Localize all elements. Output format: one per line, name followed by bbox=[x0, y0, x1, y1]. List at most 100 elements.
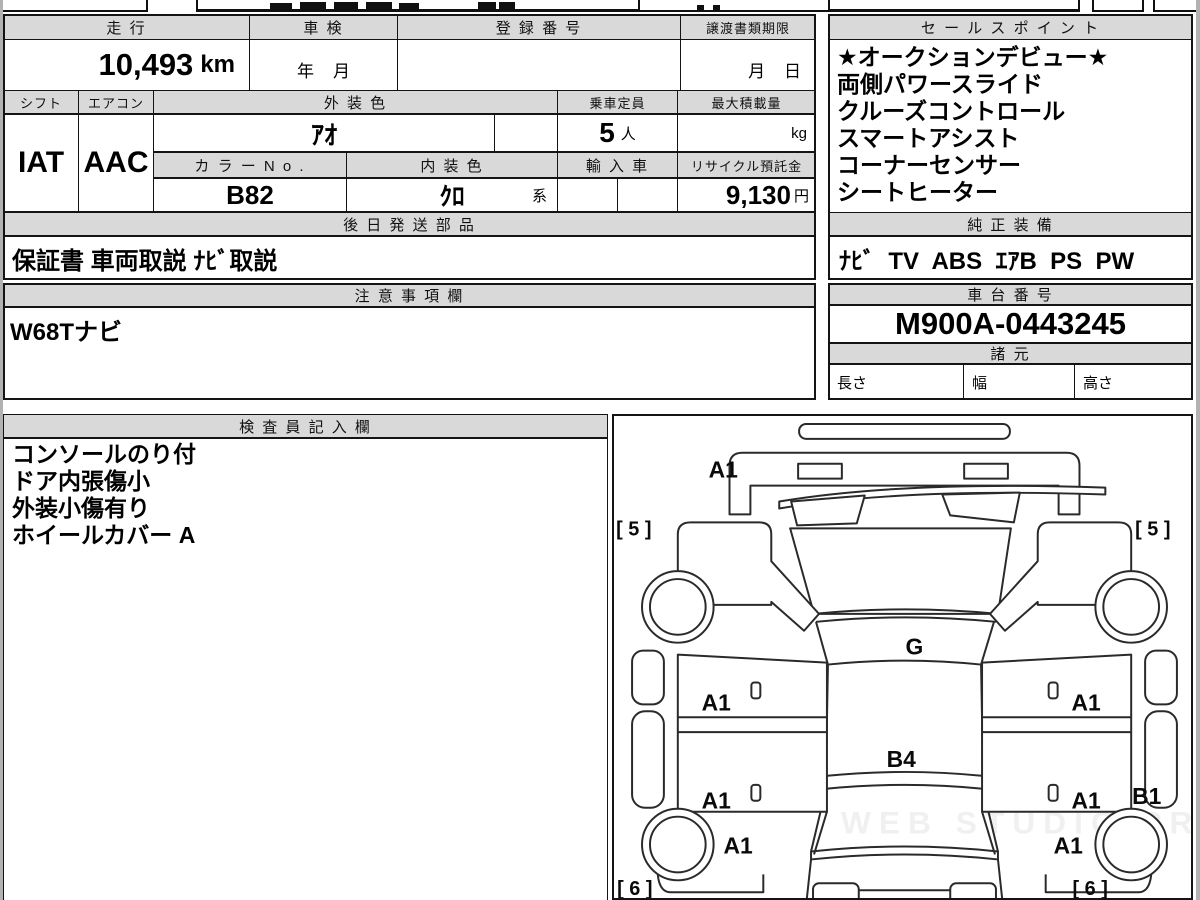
inspector-note-item: ドア内張傷小 bbox=[12, 468, 150, 494]
section-label-front-left: [ 5 ] bbox=[616, 518, 651, 540]
exterior-color-header: 外 装 色 bbox=[153, 90, 558, 114]
right-page-edge bbox=[1196, 0, 1200, 900]
import-car-cell-2 bbox=[617, 178, 678, 212]
spec-length-label: 長さ bbox=[837, 374, 868, 392]
interior-color-header: 内 装 色 bbox=[346, 152, 558, 178]
spec-width-cell: 幅 bbox=[963, 364, 1075, 400]
mileage-value: 10,493 km bbox=[3, 39, 250, 91]
mileage-number: 10,493 bbox=[98, 47, 194, 82]
later-parts-value: 保証書 車両取説 ﾅﾋﾞ取説 bbox=[3, 236, 816, 280]
windshield-shape bbox=[789, 527, 1012, 615]
front-left-door-handle bbox=[750, 681, 762, 700]
shaken-header: 車 検 bbox=[249, 14, 398, 40]
hood-vent-left bbox=[797, 462, 843, 480]
damage-label-right-quarter: B1 bbox=[1132, 783, 1162, 809]
transfer-deadline-value: 月 日 bbox=[680, 39, 816, 91]
recycle-deposit-header: リサイクル預託金 bbox=[677, 152, 816, 178]
spec-height-cell: 高さ bbox=[1074, 364, 1193, 400]
mileage-unit: km bbox=[200, 51, 235, 78]
capacity-value: 5 人 bbox=[557, 114, 678, 152]
right-rocker-upper bbox=[1144, 649, 1178, 706]
inspector-notes-list: コンソールのり付 ドア内張傷小 外装小傷有り ホイールカバー A bbox=[3, 438, 608, 900]
color-no-header: カ ラ ー N o . bbox=[153, 152, 347, 178]
genuine-equipment-value: ﾅﾋﾞ TV ABS ｴｱB PS PW bbox=[828, 236, 1193, 280]
section-label-rear-left: [ 6 ] bbox=[617, 878, 652, 900]
max-load-value: kg bbox=[677, 114, 816, 152]
sales-point-item: コーナーセンサー bbox=[837, 152, 1021, 178]
interior-color-name: ｸﾛ bbox=[439, 183, 465, 211]
damage-label-rear-right-fender: A1 bbox=[1054, 832, 1084, 858]
left-rocker-upper bbox=[631, 649, 665, 706]
sales-points-list: ★オークションデビュー★ 両側パワースライド クルーズコントロール スマートアシ… bbox=[828, 39, 1193, 213]
specs-header: 諸 元 bbox=[828, 343, 1193, 364]
inspector-note-item: ホイールカバー A bbox=[12, 522, 196, 548]
car-top-view-diagram: WEB STUDIO PRO bbox=[616, 422, 1191, 900]
wiper-right bbox=[941, 491, 1021, 524]
exterior-color-suffix-cell bbox=[494, 114, 558, 152]
damage-label-front-right-door: A1 bbox=[1072, 689, 1102, 715]
spec-height-label: 高さ bbox=[1083, 374, 1114, 392]
max-load-header: 最大積載量 bbox=[677, 90, 816, 114]
spec-width-label: 幅 bbox=[972, 374, 988, 392]
shaken-value: 年 月 bbox=[249, 39, 398, 91]
section-label-rear-right: [ 6 ] bbox=[1073, 878, 1108, 900]
inspector-note-item: 外装小傷有り bbox=[12, 495, 150, 521]
notes-header: 注 意 事 項 欄 bbox=[3, 283, 816, 307]
rear-bumper-right bbox=[949, 882, 997, 898]
damage-diagram-box: WEB STUDIO PRO bbox=[612, 414, 1193, 900]
damage-label-rear-left-door: A1 bbox=[702, 788, 732, 814]
rear-left-door-handle bbox=[750, 783, 762, 802]
front-bumper-shape bbox=[798, 422, 1011, 440]
interior-color-suffix: 系 bbox=[531, 187, 547, 205]
recycle-deposit-number: 9,130 bbox=[725, 179, 791, 210]
damage-label-cowl: G bbox=[905, 634, 923, 660]
import-car-header: 輸 入 車 bbox=[557, 152, 678, 178]
capacity-header: 乗車定員 bbox=[557, 90, 678, 114]
capacity-number: 5 bbox=[599, 117, 615, 148]
genuine-equipment-header: 純 正 装 備 bbox=[828, 212, 1193, 236]
damage-label-hood: A1 bbox=[709, 457, 739, 483]
damage-label-roof: B4 bbox=[887, 746, 917, 772]
color-no-value: B82 bbox=[153, 178, 347, 212]
max-load-unit: kg bbox=[791, 124, 807, 142]
hood-vent-right bbox=[963, 462, 1009, 480]
sales-point-item: ★オークションデビュー★ bbox=[837, 44, 1109, 70]
interior-color-value: ｸﾛ 系 bbox=[346, 178, 558, 212]
sales-point-item: 両側パワースライド bbox=[837, 71, 1043, 97]
rear-right-door-handle bbox=[1047, 783, 1059, 802]
wiper-left bbox=[790, 494, 866, 527]
sales-point-item: クルーズコントロール bbox=[837, 98, 1066, 124]
left-rocker-lower bbox=[631, 710, 665, 809]
later-parts-header: 後 日 発 送 部 品 bbox=[3, 212, 816, 236]
registration-value bbox=[397, 39, 681, 91]
recycle-deposit-unit: 円 bbox=[793, 187, 809, 205]
chassis-value: M900A-0443245 bbox=[828, 305, 1193, 343]
recycle-deposit-value: 9,130 円 bbox=[677, 178, 816, 212]
sales-point-item: シートヒーター bbox=[837, 179, 998, 205]
rear-bumper-left bbox=[812, 882, 860, 898]
damage-label-front-left-door: A1 bbox=[702, 689, 732, 715]
spec-length-cell: 長さ bbox=[828, 364, 964, 400]
aircon-value: AAC bbox=[78, 114, 154, 212]
exterior-color-value: ｱｵ bbox=[153, 114, 495, 152]
front-right-door-handle bbox=[1047, 681, 1059, 700]
section-label-front-right: [ 5 ] bbox=[1135, 518, 1170, 540]
auction-sheet: 走 行 車 検 登 録 番 号 譲渡書類期限 10,493 km 年 月 月 日… bbox=[0, 0, 1200, 900]
damage-label-rear-right-door: A1 bbox=[1072, 788, 1102, 814]
registration-header: 登 録 番 号 bbox=[397, 14, 681, 40]
inspector-note-item: コンソールのり付 bbox=[12, 441, 196, 467]
mileage-header: 走 行 bbox=[3, 14, 250, 40]
damage-label-rear-left-fender: A1 bbox=[724, 832, 754, 858]
rear-window-band bbox=[810, 845, 999, 861]
capacity-unit: 人 bbox=[620, 125, 636, 143]
sales-point-item: スマートアシスト bbox=[837, 125, 1020, 151]
import-car-cell-1 bbox=[557, 178, 618, 212]
transfer-deadline-header: 譲渡書類期限 bbox=[680, 14, 816, 40]
sales-points-header: セ ー ル ス ポ イ ン ト bbox=[828, 14, 1193, 40]
aircon-header: エアコン bbox=[78, 90, 154, 114]
shift-value: IAT bbox=[3, 114, 79, 212]
inspector-notes-header: 検 査 員 記 入 欄 bbox=[3, 414, 608, 438]
shift-header: シフト bbox=[3, 90, 79, 114]
notes-value: W68Tナビ bbox=[3, 307, 816, 400]
chassis-header: 車 台 番 号 bbox=[828, 283, 1193, 305]
